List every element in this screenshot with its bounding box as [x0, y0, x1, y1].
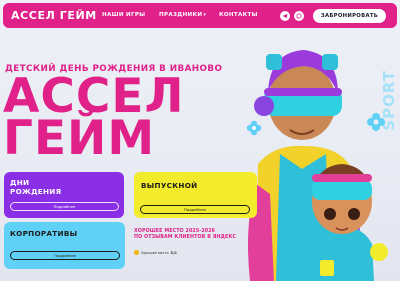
nav-link-contacts-label: КОНТАКТЫ — [219, 12, 258, 18]
card-graduation-title: ВЫПУСКНОЙ — [141, 181, 198, 190]
card-birthday-title-line1: ДНИ — [10, 178, 30, 187]
flower-icon — [367, 113, 385, 131]
yandex-rating-badge[interactable]: Хорошее место 5,0 — [134, 250, 177, 255]
whatsapp-icon[interactable] — [294, 11, 304, 21]
nav-link-contacts[interactable]: КОНТАКТЫ — [219, 12, 258, 18]
page: АССЕЛ ГЕЙМ НАШИ ИГРЫ ПРАЗДНИКИ▾ КОНТАКТЫ… — [0, 0, 400, 281]
promo-sticker — [370, 243, 388, 261]
card-birthday-title-line2: РОЖДЕНИЯ — [10, 187, 62, 196]
card-graduation[interactable]: ВЫПУСКНОЙ Подробнее — [134, 172, 257, 218]
telegram-icon[interactable] — [280, 11, 290, 21]
nav-link-games-label: НАШИ ИГРЫ — [102, 12, 146, 18]
rating-line2: ПО ОТЗЫВАМ КЛИЕНТОВ В ЯНДЕКС — [134, 234, 237, 240]
hero-title: АССЕЛ ГЕЙМ — [3, 73, 185, 166]
card-birthday[interactable]: ДНИ РОЖДЕНИЯ Подробнее — [4, 172, 124, 218]
card-corporate-more-button[interactable]: Подробнее — [10, 251, 120, 260]
top-nav: АССЕЛ ГЕЙМ НАШИ ИГРЫ ПРАЗДНИКИ▾ КОНТАКТЫ… — [3, 3, 397, 28]
nav-link-games[interactable]: НАШИ ИГРЫ — [102, 12, 145, 18]
book-button[interactable]: ЗАБРОНИРОВАТЬ — [313, 9, 386, 23]
nav-link-holidays-label: ПРАЗДНИКИ — [159, 12, 203, 18]
card-graduation-more-button[interactable]: Подробнее — [140, 205, 250, 214]
logo[interactable]: АССЕЛ ГЕЙМ — [11, 9, 97, 22]
card-birthday-title: ДНИ РОЖДЕНИЯ — [10, 178, 61, 196]
chevron-down-icon: ▾ — [203, 12, 207, 18]
flower-icon — [246, 120, 262, 136]
card-birthday-more-button[interactable]: Подробнее — [10, 202, 119, 211]
rating-score: 5,0 — [170, 250, 177, 255]
nav-link-holidays[interactable]: ПРАЗДНИКИ▾ — [159, 12, 206, 18]
card-corporate-title: КОРПОРАТИВЫ — [10, 229, 78, 238]
rating-badge-label: Хорошее место — [141, 250, 169, 255]
yandex-icon — [134, 250, 139, 255]
hero-title-line2: ГЕЙМ — [3, 111, 156, 166]
rating-text: ХОРОШЕЕ МЕСТО 2025-2026 ПО ОТЗЫВАМ КЛИЕН… — [134, 229, 236, 240]
kids-vr-illustration — [248, 50, 374, 281]
card-corporate[interactable]: КОРПОРАТИВЫ Подробнее — [4, 222, 125, 269]
